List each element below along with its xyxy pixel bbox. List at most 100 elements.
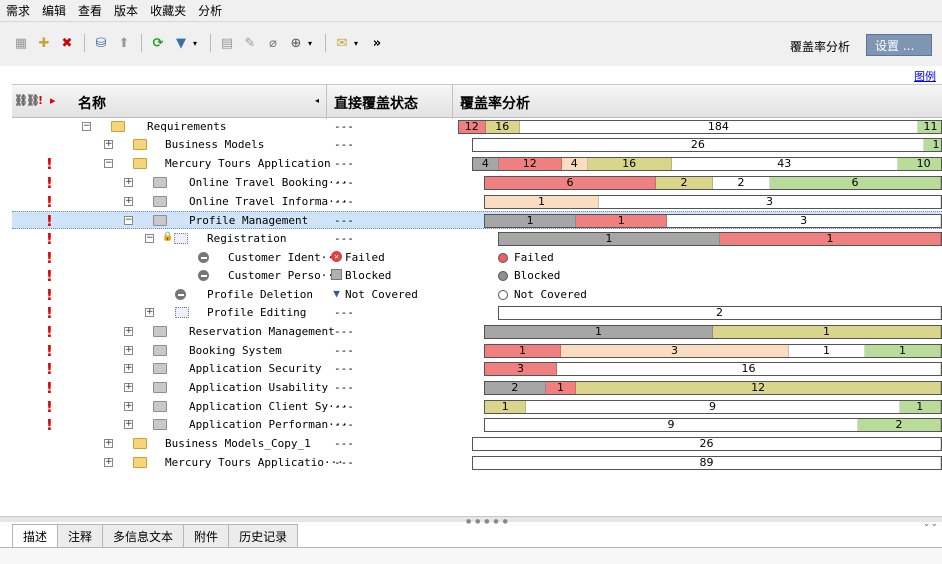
- tree-row[interactable]: ! + Profile Editing --- 2: [12, 304, 942, 322]
- tree-row[interactable]: + Business Models --- 26 1: [12, 136, 942, 154]
- folder-icon: [133, 158, 147, 169]
- filter-icon[interactable]: ▼: [170, 32, 192, 54]
- tree-row[interactable]: ! Customer Ident··· ✕ Failed Failed: [12, 249, 942, 267]
- upload-icon[interactable]: ⬆: [113, 32, 135, 54]
- coverage-bar[interactable]: 92: [484, 418, 942, 432]
- expand-icon[interactable]: +: [124, 197, 133, 206]
- expand-icon[interactable]: +: [124, 420, 133, 429]
- coverage-bar[interactable]: 191: [484, 400, 942, 414]
- edit-icon[interactable]: ✎: [239, 32, 261, 54]
- coverage-segment: 2: [499, 307, 941, 319]
- tree-row[interactable]: ! − 🔒 Registration --- 1 1: [12, 230, 942, 248]
- legend-link[interactable]: 图例: [914, 68, 936, 84]
- new-requirement-icon[interactable]: ✚: [33, 32, 55, 54]
- filter-dropdown-icon[interactable]: ▾: [193, 39, 203, 48]
- tree-row[interactable]: ! + Application Client Sy··· --- 1 9 1: [12, 398, 942, 416]
- collapse-pane-icon[interactable]: ⌄⌄: [923, 519, 938, 529]
- expand-icon[interactable]: +: [124, 402, 133, 411]
- coverage-bar[interactable]: 3 16: [484, 362, 942, 376]
- refresh-icon[interactable]: ⟳: [147, 32, 169, 54]
- tree-row[interactable]: ! + Application Security --- 3 16: [12, 360, 942, 378]
- delete-icon[interactable]: ✖: [56, 32, 78, 54]
- tree-row[interactable]: + Mercury Tours Applicatio··· --- 89: [12, 454, 942, 472]
- attachment-icon[interactable]: ⌀: [262, 32, 284, 54]
- menu-versions[interactable]: 版本: [114, 2, 138, 19]
- coverage-bar[interactable]: 11: [484, 325, 942, 339]
- expand-icon[interactable]: +: [104, 140, 113, 149]
- coverage-bar[interactable]: 13: [484, 195, 942, 209]
- details-icon[interactable]: ▤: [216, 32, 238, 54]
- coverage-segment: 3: [599, 196, 941, 208]
- collapse-icon[interactable]: −: [104, 159, 113, 168]
- zoom-icon[interactable]: ⊕: [285, 32, 307, 54]
- tree-row[interactable]: ! − Profile Management --- 1 1 3: [12, 211, 942, 229]
- more-tools-icon[interactable]: »: [366, 32, 388, 54]
- expand-icon[interactable]: +: [104, 439, 113, 448]
- expand-icon[interactable]: +: [124, 364, 133, 373]
- tree-row[interactable]: ! + Application Performan··· --- 9 2: [12, 416, 942, 434]
- menu-edit[interactable]: 编辑: [42, 2, 66, 19]
- detail-tab[interactable]: 附件: [183, 524, 230, 548]
- detail-tab[interactable]: 历史记录: [228, 524, 299, 548]
- coverage-bar[interactable]: 11: [498, 232, 942, 246]
- detail-tab[interactable]: 描述: [12, 524, 59, 548]
- header-icon-group: ⛓ ⛓ ! ▸: [14, 94, 62, 107]
- menu-analysis[interactable]: 分析: [198, 2, 222, 19]
- collapse-icon[interactable]: −: [82, 122, 91, 131]
- tree-row[interactable]: ! + Booking System --- 1 3 1 1: [12, 342, 942, 360]
- menu-view[interactable]: 查看: [78, 2, 102, 19]
- tree-row[interactable]: ! + Reservation Management --- 1 1: [12, 323, 942, 341]
- coverage-bar[interactable]: 26: [472, 437, 942, 451]
- tree-row[interactable]: ! + Online Travel Booking··· --- 6 2 2 6: [12, 174, 942, 192]
- column-header-status[interactable]: 直接覆盖状态: [334, 93, 418, 113]
- splitter-grip-icon[interactable]: ● ● ● ● ●: [466, 518, 509, 525]
- menu-favorites[interactable]: 收藏夹: [150, 2, 186, 19]
- coverage-segment: 16: [587, 158, 672, 170]
- mail-icon[interactable]: ✉: [331, 32, 353, 54]
- coverage-bar[interactable]: 12 16 184 11: [458, 120, 942, 134]
- expand-icon[interactable]: +: [124, 178, 133, 187]
- coverage-bar[interactable]: 6226: [484, 176, 942, 190]
- column-header-name[interactable]: 名称: [78, 93, 106, 113]
- column-divider[interactable]: [452, 85, 453, 119]
- pane-splitter[interactable]: ● ● ● ● ● ⌄⌄: [0, 516, 942, 529]
- zoom-dropdown-icon[interactable]: ▾: [308, 39, 318, 48]
- expand-icon[interactable]: +: [145, 308, 154, 317]
- coverage-bar[interactable]: 113: [484, 214, 942, 228]
- coverage-bar[interactable]: 26 1: [472, 138, 942, 152]
- expand-icon[interactable]: +: [124, 327, 133, 336]
- tree-row[interactable]: ! Profile Deletion ▼ Not Covered Not Covered: [12, 286, 942, 304]
- coverage-bar[interactable]: 2 1 12: [484, 381, 942, 395]
- requirement-alert-icon: !: [46, 323, 53, 341]
- collapse-column-icon[interactable]: ◂: [315, 96, 319, 105]
- direct-coverage-status: ---: [334, 120, 354, 133]
- tree-row[interactable]: − Requirements --- 12 16 184 11: [12, 118, 942, 136]
- tree-row[interactable]: ! − Mercury Tours Application --- 4 12 4 16 43 10: [12, 155, 942, 173]
- tree-row[interactable]: + Business Models_Copy_1 --- 26: [12, 435, 942, 453]
- coverage-bar[interactable]: 89: [472, 456, 942, 470]
- collapse-icon[interactable]: −: [145, 234, 154, 243]
- column-header-coverage[interactable]: 覆盖率分析: [460, 93, 530, 113]
- detail-tab[interactable]: 注释: [57, 524, 104, 548]
- expand-icon[interactable]: +: [124, 383, 133, 392]
- coverage-bar[interactable]: 2: [498, 306, 942, 320]
- menu-requirements[interactable]: 需求: [6, 2, 30, 19]
- tree-row[interactable]: ! + Online Travel Informa··· --- 1 3: [12, 193, 942, 211]
- requirement-group-icon: [153, 326, 167, 337]
- requirement-name: Business Models_Copy_1: [165, 437, 311, 450]
- blocked-icon: [331, 269, 342, 280]
- convert-to-tests-icon[interactable]: ⛁: [90, 32, 112, 54]
- coverage-bar[interactable]: 1311: [484, 344, 942, 358]
- collapse-icon[interactable]: −: [124, 216, 133, 225]
- expand-icon[interactable]: +: [124, 346, 133, 355]
- settings-button[interactable]: 设置 ...: [866, 34, 932, 56]
- detail-tab[interactable]: 多信息文本: [102, 524, 185, 548]
- tree-row[interactable]: ! + Application Usability --- 2 1 12: [12, 379, 942, 397]
- coverage-bar[interactable]: 4 12 4 16 43 10: [472, 157, 942, 171]
- direct-coverage-status: Not Covered: [345, 288, 418, 301]
- new-folder-icon[interactable]: ▦: [10, 32, 32, 54]
- expand-icon[interactable]: +: [104, 458, 113, 467]
- tree-row[interactable]: ! Customer Perso··· Blocked Blocked: [12, 267, 942, 285]
- mail-dropdown-icon[interactable]: ▾: [354, 39, 364, 48]
- column-divider[interactable]: [326, 85, 327, 119]
